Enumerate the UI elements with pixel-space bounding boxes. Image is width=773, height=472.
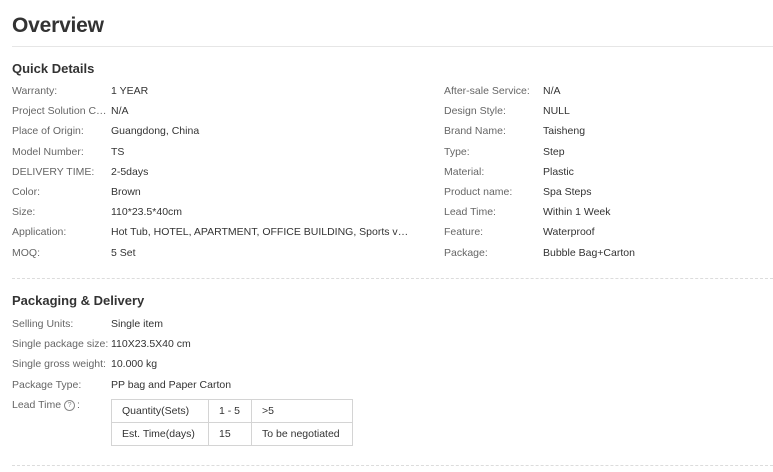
- detail-value: NULL: [543, 105, 570, 118]
- detail-row-size: Size: 110*23.5*40cm: [12, 202, 411, 222]
- detail-label: Product name:: [444, 186, 513, 199]
- detail-value: Step: [543, 145, 565, 158]
- lead-time-label: Lead Time: [12, 399, 62, 411]
- packaging-row-package-size: Single package size: 110X23.5X40 cm: [12, 334, 411, 354]
- packaging-delivery-heading: Packaging & Delivery: [12, 293, 145, 308]
- table-cell: >5: [251, 399, 353, 423]
- detail-label: Application:: [12, 226, 67, 239]
- detail-value: TS: [111, 145, 125, 158]
- detail-value: N/A: [543, 85, 561, 98]
- detail-label: Size:: [12, 206, 36, 219]
- lead-time-colon: :: [77, 399, 80, 411]
- packaging-label: Single gross weight:: [12, 358, 106, 371]
- detail-row-delivery-time: DELIVERY TIME: 2-5days: [12, 162, 411, 182]
- table-cell: Est. Time(days): [111, 422, 209, 446]
- detail-label: Type:: [444, 145, 470, 158]
- table-row: Quantity(Sets) 1 - 5 >5: [111, 399, 353, 423]
- packaging-value: PP bag and Paper Carton: [111, 378, 232, 391]
- detail-row-material: Material: Plastic: [444, 162, 763, 182]
- detail-row-brand-name: Brand Name: Taisheng: [444, 121, 763, 141]
- detail-row-product-name: Product name: Spa Steps: [444, 182, 763, 202]
- page-title: Overview: [12, 14, 104, 37]
- section-divider: [12, 465, 773, 466]
- detail-value: N/A: [111, 105, 129, 118]
- packaging-value: Single item: [111, 318, 163, 331]
- section-divider: [12, 278, 773, 279]
- table-cell: Quantity(Sets): [111, 399, 209, 423]
- detail-row-warranty: Warranty: 1 YEAR: [12, 81, 411, 101]
- packaging-label: Single package size:: [12, 338, 109, 351]
- packaging-label: Package Type:: [12, 378, 82, 391]
- lead-time-table: Quantity(Sets) 1 - 5 >5 Est. Time(days) …: [111, 399, 353, 446]
- detail-label: Brand Name:: [444, 125, 506, 138]
- question-circle-icon[interactable]: ?: [64, 399, 76, 411]
- detail-value: Guangdong, China: [111, 125, 200, 138]
- quick-details-heading: Quick Details: [12, 61, 95, 76]
- detail-row-place-of-origin: Place of Origin: Guangdong, China: [12, 121, 411, 141]
- packaging-label: Selling Units:: [12, 318, 74, 331]
- detail-row-application: Application: Hot Tub, HOTEL, APARTMENT, O…: [12, 222, 411, 242]
- detail-value: Brown: [111, 186, 141, 199]
- table-cell: 1 - 5: [208, 399, 252, 423]
- packaging-details: Selling Units: Single item Single package…: [12, 314, 411, 395]
- detail-label: Warranty:: [12, 85, 58, 98]
- detail-row-model-number: Model Number: TS: [12, 142, 411, 162]
- packaging-row-package-type: Package Type: PP bag and Paper Carton: [12, 375, 411, 395]
- detail-row-after-sale-service: After-sale Service: N/A: [444, 81, 763, 101]
- table-cell: To be negotiated: [251, 422, 353, 446]
- packaging-value: 110X23.5X40 cm: [111, 338, 191, 351]
- detail-row-project-solution: Project Solution Ca... N/A: [12, 101, 411, 121]
- packaging-row-gross-weight: Single gross weight: 10.000 kg: [12, 354, 411, 374]
- lead-time-label-group: Lead Time ? :: [12, 399, 80, 411]
- detail-label: Design Style:: [444, 105, 506, 118]
- detail-label: Material:: [444, 165, 485, 178]
- detail-row-color: Color: Brown: [12, 182, 411, 202]
- detail-value: Within 1 Week: [543, 206, 611, 219]
- detail-row-design-style: Design Style: NULL: [444, 101, 763, 121]
- detail-value: 110*23.5*40cm: [111, 206, 183, 219]
- detail-value: Waterproof: [543, 226, 595, 239]
- table-cell: 15: [208, 422, 252, 446]
- packaging-value: 10.000 kg: [111, 358, 158, 371]
- detail-value: 2-5days: [111, 165, 149, 178]
- detail-value: Spa Steps: [543, 186, 592, 199]
- detail-label: Package:: [444, 246, 488, 259]
- detail-row-package: Package: Bubble Bag+Carton: [444, 243, 763, 263]
- detail-value: 5 Set: [111, 246, 136, 259]
- detail-label: Color:: [12, 186, 41, 199]
- detail-row-feature: Feature: Waterproof: [444, 222, 763, 242]
- detail-row-type: Type: Step: [444, 142, 763, 162]
- title-divider: [12, 46, 773, 47]
- detail-value: Hot Tub, HOTEL, APARTMENT, OFFICE BUILDI…: [111, 226, 411, 239]
- detail-value: 1 YEAR: [111, 85, 149, 98]
- detail-row-moq: MOQ: 5 Set: [12, 243, 411, 263]
- detail-label: MOQ:: [12, 246, 40, 259]
- detail-value: Taisheng: [543, 125, 586, 138]
- detail-label: Place of Origin:: [12, 125, 84, 138]
- packaging-row-selling-units: Selling Units: Single item: [12, 314, 411, 334]
- detail-label: DELIVERY TIME:: [12, 165, 95, 178]
- table-row: Est. Time(days) 15 To be negotiated: [111, 422, 353, 446]
- quick-details-left-column: Warranty: 1 YEAR Project Solution Ca... N/…: [12, 81, 411, 263]
- detail-row-lead-time: Lead Time: Within 1 Week: [444, 202, 763, 222]
- detail-label: After-sale Service:: [444, 85, 530, 98]
- detail-value: Bubble Bag+Carton: [543, 246, 635, 259]
- detail-value: Plastic: [543, 165, 574, 178]
- detail-label: Project Solution Ca...: [12, 105, 108, 118]
- quick-details-right-column: After-sale Service: N/A Design Style: NULL…: [444, 81, 763, 263]
- detail-label: Lead Time:: [444, 206, 496, 219]
- detail-label: Feature:: [444, 226, 484, 239]
- detail-label: Model Number:: [12, 145, 84, 158]
